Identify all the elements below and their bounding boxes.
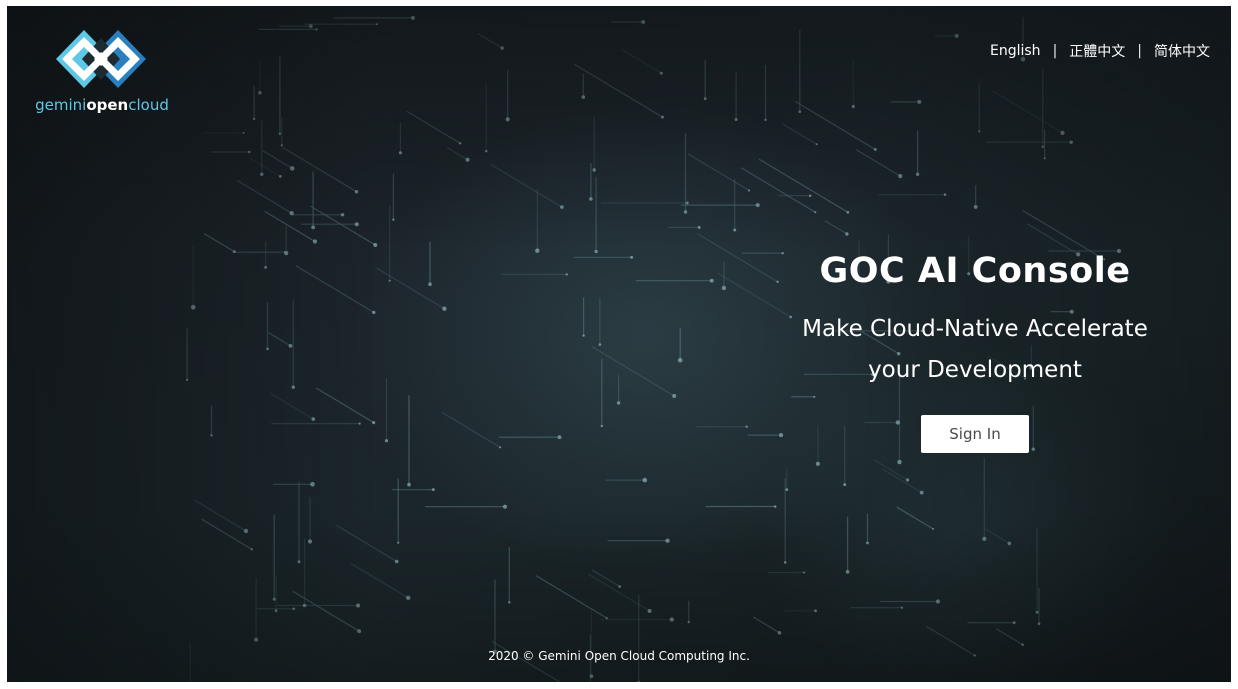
brand-name: geminiopencloud	[29, 96, 175, 114]
brand-logo[interactable]: geminiopencloud	[29, 26, 175, 114]
page-title: GOC AI Console	[819, 251, 1131, 291]
brand-name-part3: cloud	[128, 96, 169, 114]
hero-subtitle-line1: Make Cloud-Native Accelerate	[802, 316, 1148, 342]
sign-in-button[interactable]: Sign In	[921, 415, 1029, 453]
login-page: geminiopencloud English | 正體中文 | 简体中文 GO…	[7, 6, 1231, 682]
footer-copyright: 2020 © Gemini Open Cloud Computing Inc.	[488, 649, 750, 663]
language-english-link[interactable]: English	[990, 43, 1041, 59]
language-separator: |	[1052, 43, 1058, 59]
hero-subtitle-line2: your Development	[868, 357, 1082, 383]
language-switcher: English | 正體中文 | 简体中文	[990, 41, 1210, 61]
language-traditional-chinese-link[interactable]: 正體中文	[1069, 41, 1125, 61]
hero-section: GOC AI Console Make Cloud-Native Acceler…	[755, 251, 1195, 453]
brand-name-part2: open	[86, 96, 129, 114]
language-simplified-chinese-link[interactable]: 简体中文	[1154, 41, 1210, 61]
brand-name-part1: gemini	[35, 96, 87, 114]
hero-subtitle: Make Cloud-Native Accelerate your Develo…	[755, 309, 1195, 391]
language-separator: |	[1137, 43, 1142, 59]
gemini-diamond-logo-icon	[56, 30, 146, 88]
